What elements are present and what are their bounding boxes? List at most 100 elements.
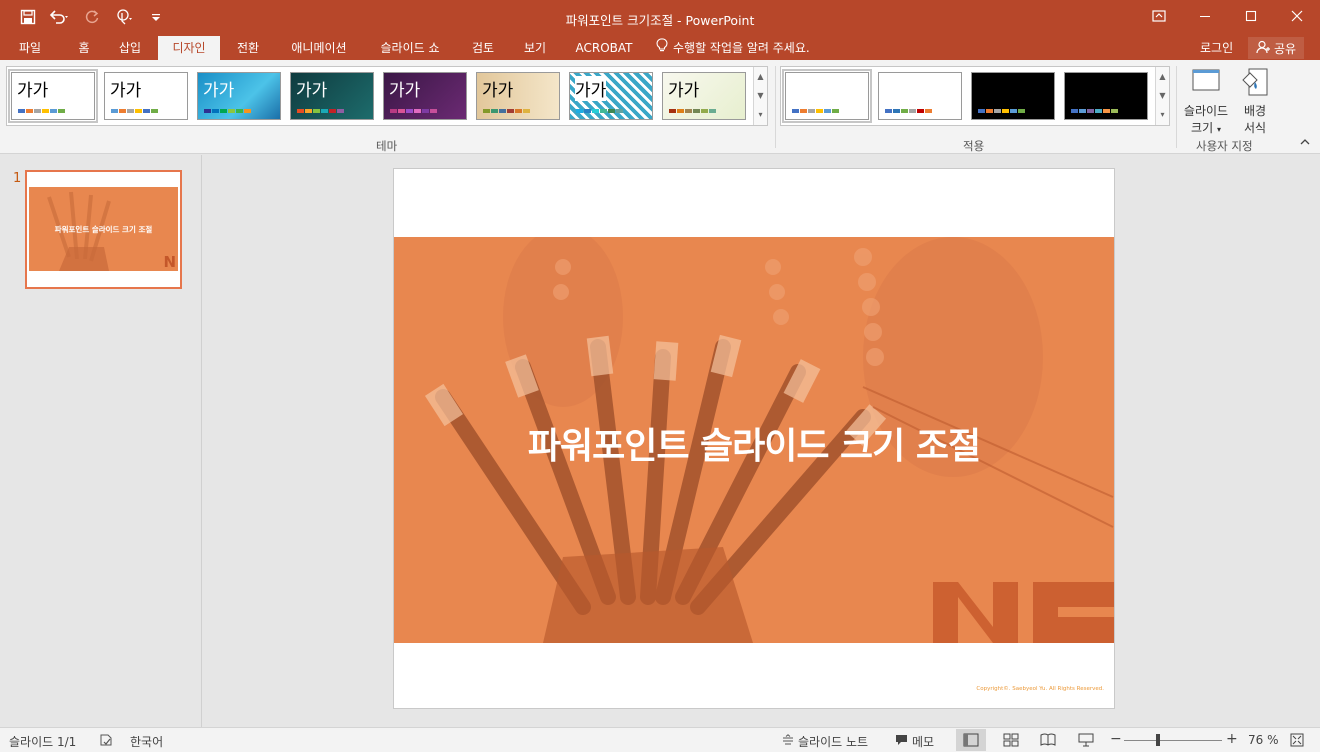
theme-ion-boardroom[interactable]: 가가	[383, 72, 467, 120]
scroll-up-icon[interactable]: ▲	[754, 67, 767, 86]
zoom-slider[interactable]	[1124, 740, 1222, 741]
slide-photo-band: 파워포인트 슬라이드 크기 조절	[394, 237, 1114, 643]
variants-group-label: 적용	[963, 139, 985, 153]
slide-size-label-1: 슬라이드	[1183, 104, 1229, 118]
spell-check-icon[interactable]	[99, 733, 113, 747]
theme-sample-text: 가가	[389, 81, 421, 101]
reading-view-button[interactable]	[1033, 729, 1063, 751]
slide-canvas: 파워포인트 슬라이드 크기 조절 Copyright©. Saebyeol Yu…	[203, 155, 1320, 727]
tab-view[interactable]: 보기	[514, 36, 556, 60]
theme-wisp[interactable]: 가가	[662, 72, 746, 120]
gallery-more-icon[interactable]: ▾	[754, 105, 767, 124]
slide-thumbnail[interactable]: 파워포인트 슬라이드 크기 조절 N	[25, 170, 182, 289]
notes-button[interactable]: 슬라이드 노트	[782, 733, 868, 750]
scroll-down-icon[interactable]: ▼	[754, 86, 767, 105]
zoom-in-button[interactable]: +	[1226, 731, 1238, 747]
slide-size-label-2: 크기 ▾	[1191, 121, 1221, 135]
window-controls	[1136, 0, 1320, 32]
title-bar: 파워포인트 크기조절 - PowerPoint	[0, 0, 1320, 36]
tell-me-text: 수행할 작업을 알려 주세요.	[673, 41, 810, 55]
person-icon	[1256, 40, 1270, 57]
slide-number: 1	[13, 171, 22, 186]
ribbon-display-options-icon[interactable]	[1136, 0, 1182, 32]
maximize-icon[interactable]	[1228, 0, 1274, 32]
ribbon-tabs: 파일 홈 삽입 디자인 전환 애니메이션 슬라이드 쇼 검토 보기 ACROBA…	[0, 36, 1320, 60]
variant-1[interactable]	[782, 69, 872, 123]
tab-acrobat[interactable]: ACROBAT	[568, 36, 640, 60]
tab-transitions[interactable]: 전환	[226, 36, 270, 60]
ribbon: 가가 가가 가가 가가 가가 가가 가가 가가 ▲ ▼ ▾ 테마 ▲ ▼ ▾ 적…	[0, 60, 1320, 154]
themes-gallery: 가가 가가 가가 가가 가가 가가 가가 가가 ▲ ▼ ▾	[6, 66, 768, 126]
tell-me-box[interactable]: 수행할 작업을 알려 주세요.	[656, 36, 810, 60]
format-background-label-1: 배경	[1243, 104, 1267, 118]
reading-view-icon	[1040, 733, 1056, 746]
notes-label: 슬라이드 노트	[798, 735, 869, 749]
slide-copyright: Copyright©. Saebyeol Yu. All Rights Rese…	[976, 686, 1104, 692]
themes-gallery-scroll[interactable]: ▲ ▼ ▾	[753, 67, 767, 125]
theme-facet[interactable]: 가가	[197, 72, 281, 120]
slide-title[interactable]: 파워포인트 슬라이드 크기 조절	[394, 417, 1114, 469]
customize-group-label: 사용자 지정	[1196, 139, 1253, 153]
variants-gallery: ▲ ▼ ▾	[780, 66, 1170, 126]
group-separator	[1176, 66, 1177, 148]
variant-2[interactable]	[878, 72, 962, 120]
variant-4[interactable]	[1064, 72, 1148, 120]
theme-sample-text: 가가	[575, 76, 607, 101]
format-background-label-2: 서식	[1243, 121, 1267, 135]
slide-sorter-icon	[1003, 733, 1019, 747]
share-label: 공유	[1273, 41, 1297, 56]
lightbulb-icon	[656, 36, 668, 60]
thumbnail-photo-band: 파워포인트 슬라이드 크기 조절 N	[29, 187, 178, 271]
tab-slide-show[interactable]: 슬라이드 쇼	[368, 36, 452, 60]
tab-file[interactable]: 파일	[8, 36, 52, 60]
slide-1[interactable]: 파워포인트 슬라이드 크기 조절 Copyright©. Saebyeol Yu…	[393, 168, 1115, 709]
theme-office-2[interactable]: 가가	[104, 72, 188, 120]
slides-pane: 1 파워포인트 슬라이드 크기 조절 N	[0, 155, 202, 727]
tab-review[interactable]: 검토	[462, 36, 504, 60]
theme-sample-text: 가가	[668, 81, 700, 101]
theme-office[interactable]: 가가	[8, 69, 98, 123]
group-separator	[775, 66, 776, 148]
theme-ion[interactable]: 가가	[290, 72, 374, 120]
tab-animations[interactable]: 애니메이션	[280, 36, 358, 60]
theme-sample-text: 가가	[296, 81, 328, 101]
comments-label: 메모	[912, 735, 935, 749]
theme-sample-text: 가가	[17, 81, 49, 101]
theme-organic[interactable]: 가가	[476, 72, 560, 120]
zoom-level[interactable]: 76 %	[1248, 733, 1279, 747]
scroll-up-icon[interactable]: ▲	[1156, 67, 1169, 86]
collapse-ribbon-icon[interactable]	[1300, 138, 1310, 149]
comments-button[interactable]: 메모	[895, 733, 934, 750]
variant-3[interactable]	[971, 72, 1055, 120]
normal-view-icon	[963, 733, 979, 747]
thumbnail-title: 파워포인트 슬라이드 크기 조절	[54, 225, 153, 234]
minimize-icon[interactable]	[1182, 0, 1228, 32]
tab-insert[interactable]: 삽입	[108, 36, 152, 60]
zoom-slider-thumb[interactable]	[1156, 734, 1160, 746]
slide-size-button[interactable]: 슬라이드 크기 ▾	[1181, 64, 1231, 136]
share-button[interactable]: 공유	[1248, 37, 1304, 59]
fit-slide-icon[interactable]	[1290, 733, 1304, 747]
theme-retrospect[interactable]: 가가	[569, 72, 653, 120]
theme-sample-text: 가가	[110, 81, 142, 101]
zoom-out-button[interactable]: −	[1110, 731, 1122, 747]
language-indicator[interactable]: 한국어	[130, 733, 163, 750]
themes-group-label: 테마	[376, 139, 398, 153]
close-icon[interactable]	[1274, 0, 1320, 32]
slide-show-icon	[1078, 733, 1094, 747]
slide-sorter-button[interactable]	[996, 729, 1026, 751]
tab-home[interactable]: 홈	[66, 36, 102, 60]
tab-design[interactable]: 디자인	[158, 36, 220, 60]
variants-gallery-scroll[interactable]: ▲ ▼ ▾	[1155, 67, 1169, 125]
gallery-more-icon[interactable]: ▾	[1156, 105, 1169, 124]
notes-icon	[782, 734, 794, 749]
slide-counter: 슬라이드 1/1	[9, 735, 77, 749]
format-background-button[interactable]: 배경 서식	[1230, 64, 1280, 136]
theme-sample-text: 가가	[203, 81, 235, 101]
scroll-down-icon[interactable]: ▼	[1156, 86, 1169, 105]
thumbnail-logo-fragment: N	[163, 253, 176, 271]
normal-view-button[interactable]	[956, 729, 986, 751]
comment-icon	[895, 734, 908, 749]
login-link[interactable]: 로그인	[1200, 36, 1233, 60]
slide-show-button[interactable]	[1071, 729, 1101, 751]
